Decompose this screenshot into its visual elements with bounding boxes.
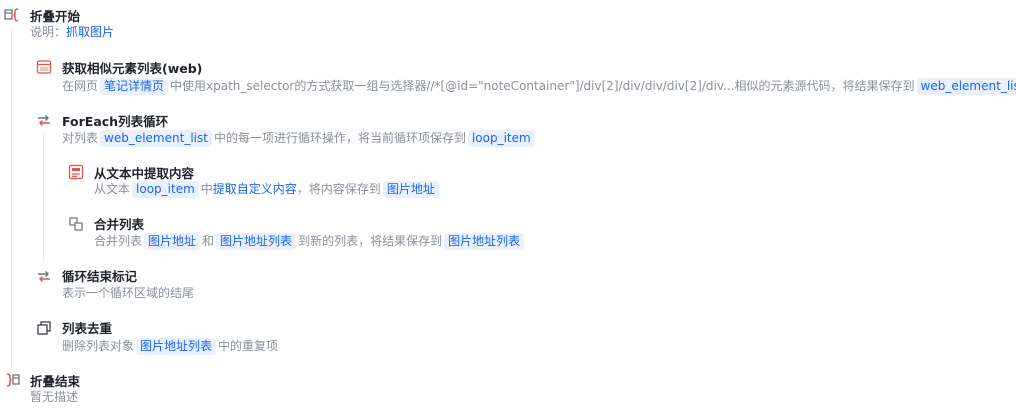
loop-end-icon — [36, 268, 52, 284]
step-list-dedupe[interactable]: 列表去重 删除列表对象 图片地址列表 中的重复项 — [0, 312, 1016, 358]
step-fold-start[interactable]: 折叠开始 说明：抓取图片 — [0, 0, 1016, 44]
step-description: 从文本 loop_item 中提取自定义内容，将内容保存到 图片地址 — [94, 180, 441, 198]
text-extract-icon — [68, 164, 84, 180]
dedupe-icon — [36, 320, 52, 336]
desc-text: 在网页 — [62, 79, 99, 93]
step-extract-text[interactable]: 从文本中提取内容 从文本 loop_item 中提取自定义内容，将内容保存到 图片地址 — [0, 156, 1016, 202]
mode-link[interactable]: 提取自定义内容 — [213, 182, 297, 196]
desc-text: ，将内容保存到 — [296, 182, 381, 196]
variable-tag[interactable]: 图片地址列表 — [216, 233, 297, 250]
desc-text: 和 — [202, 234, 215, 248]
step-merge-list[interactable]: 合并列表 合并列表 图片地址和图片地址列表 到新的列表，将结果保存到 图片地址列表 — [0, 208, 1016, 254]
step-title: 合并列表 — [94, 217, 145, 232]
step-title: ForEach列表循环 — [62, 114, 169, 129]
variable-tag[interactable]: loop_item — [132, 181, 199, 198]
desc-text: 中 — [200, 182, 213, 196]
web-page-icon — [36, 59, 52, 75]
step-title: 循环结束标记 — [62, 269, 138, 284]
variable-tag[interactable]: 图片地址 — [144, 233, 201, 250]
desc-label: 说明： — [30, 25, 67, 39]
variable-tag[interactable]: 图片地址 — [382, 181, 439, 198]
step-description: 合并列表 图片地址和图片地址列表 到新的列表，将结果保存到 图片地址列表 — [94, 232, 526, 250]
step-title: 获取相似元素列表(web) — [62, 61, 203, 76]
desc-text: 中的重复项 — [218, 339, 279, 353]
step-description: 暂无描述 — [30, 390, 79, 404]
step-foreach-loop[interactable]: ForEach列表循环 对列表 web_element_list 中的每一项进行循环… — [0, 104, 1016, 150]
step-get-similar-elements[interactable]: 获取相似元素列表(web) 在网页 笔记详情页 中使用xpath_selector的… — [0, 52, 1016, 98]
variable-tag[interactable]: web_element_list — [100, 130, 212, 147]
step-description: 表示一个循环区域的结尾 — [62, 286, 195, 300]
variable-tag[interactable]: 图片地址列表 — [136, 338, 217, 355]
step-loop-end[interactable]: 循环结束标记 表示一个循环区域的结尾 — [0, 260, 1016, 306]
desc-text: 合并列表 — [94, 234, 143, 248]
merge-list-icon — [68, 216, 84, 232]
desc-text: 对列表 — [62, 131, 99, 145]
step-description: 说明：抓取图片 — [30, 23, 114, 41]
step-fold-end[interactable]: 折叠结束 暂无描述 — [0, 364, 1016, 410]
fold-end-icon — [4, 372, 20, 388]
step-description: 对列表 web_element_list 中的每一项进行循环操作，将当前循环项保存到… — [62, 129, 537, 147]
desc-text: 中的每一项进行循环操作，将当前循环项保存到 — [213, 131, 466, 145]
desc-text: 到新的列表，将结果保存到 — [298, 234, 443, 248]
loop-icon — [36, 112, 52, 128]
desc-value: 抓取图片 — [66, 25, 115, 39]
variable-tag[interactable]: 图片地址列表 — [444, 233, 525, 250]
page-tag[interactable]: 笔记详情页 — [100, 78, 169, 95]
desc-text: 从文本 — [94, 182, 131, 196]
variable-tag[interactable]: web_element_list — [916, 78, 1016, 95]
step-title: 列表去重 — [62, 321, 113, 336]
fold-start-icon — [4, 7, 20, 23]
step-description: 在网页 笔记详情页 中使用xpath_selector的方式获取一组与选择器//*[… — [62, 77, 1016, 95]
step-description: 删除列表对象 图片地址列表 中的重复项 — [62, 337, 278, 355]
variable-tag[interactable]: loop_item — [467, 130, 535, 147]
desc-text: 中使用xpath_selector的方式获取一组与选择器//*[@id="not… — [170, 79, 915, 93]
desc-text: 删除列表对象 — [62, 339, 135, 353]
